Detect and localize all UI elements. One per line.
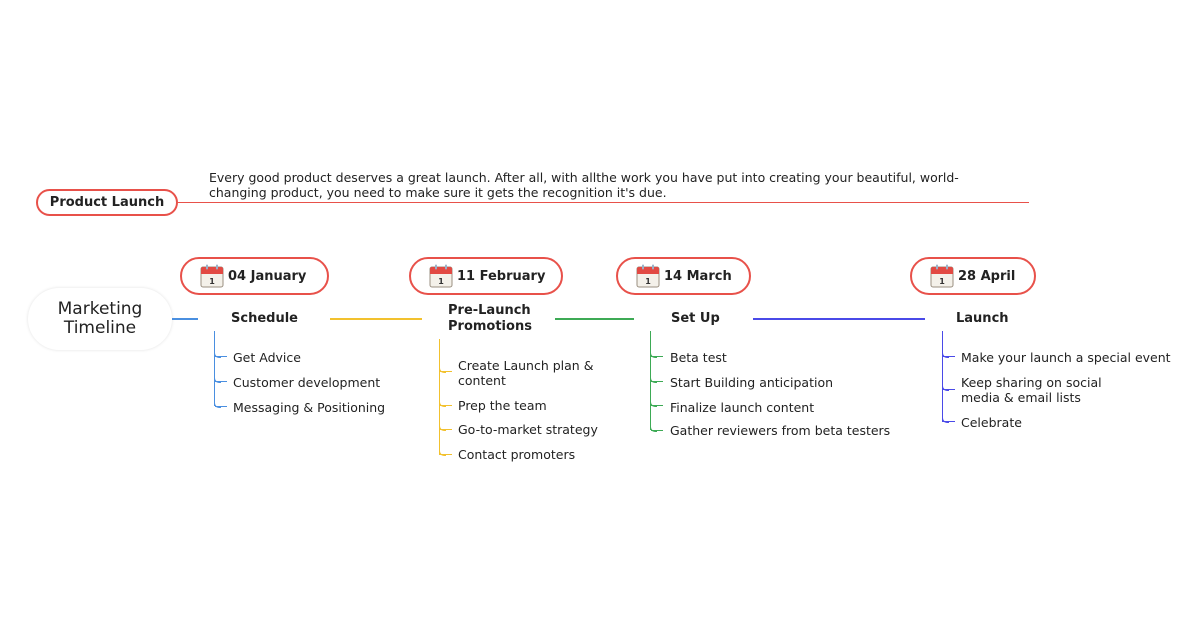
date-label: 04 January bbox=[228, 268, 307, 284]
branch-tick bbox=[214, 376, 227, 383]
branch-line-launch bbox=[942, 331, 943, 422]
connector-root-schedule bbox=[172, 318, 198, 320]
root-label-line-2: Timeline bbox=[63, 318, 137, 338]
task-item-line-1: Keep sharing on social bbox=[961, 375, 1102, 390]
connector-setup-launch bbox=[753, 318, 925, 320]
date-label: 28 April bbox=[958, 268, 1016, 284]
branch-tick bbox=[942, 351, 955, 358]
calendar-icon: 1 bbox=[930, 264, 954, 288]
description-line-2: changing product, you need to make sure … bbox=[209, 185, 667, 200]
task-item[interactable]: Create Launch plan & content bbox=[458, 358, 593, 388]
task-item-line-2: media & email lists bbox=[961, 390, 1081, 405]
date-label: 11 February bbox=[457, 268, 546, 284]
task-item[interactable]: Customer development bbox=[233, 375, 380, 390]
product-launch-label: Product Launch bbox=[49, 195, 165, 210]
connector-prelaunch-setup bbox=[555, 318, 634, 320]
svg-text:1: 1 bbox=[438, 277, 444, 286]
product-launch-node[interactable]: Product Launch bbox=[36, 189, 178, 216]
svg-text:1: 1 bbox=[645, 277, 651, 286]
branch-tick bbox=[439, 400, 452, 407]
date-pill-march[interactable]: 1 14 March bbox=[616, 257, 751, 295]
phase-schedule[interactable]: Schedule bbox=[231, 311, 298, 327]
task-item[interactable]: Messaging & Positioning bbox=[233, 400, 385, 415]
root-label-line-1: Marketing bbox=[57, 299, 143, 319]
branch-tick bbox=[439, 424, 452, 431]
phase-prelaunch-promotions[interactable]: Pre-Launch Promotions bbox=[448, 303, 532, 335]
date-pill-january[interactable]: 1 04 January bbox=[180, 257, 329, 295]
task-item[interactable]: Gather reviewers from beta testers bbox=[670, 423, 890, 438]
task-item[interactable]: Beta test bbox=[670, 350, 727, 365]
calendar-icon: 1 bbox=[200, 264, 224, 288]
task-item[interactable]: Make your launch a special event bbox=[961, 350, 1171, 365]
date-label: 14 March bbox=[664, 268, 732, 284]
phase-setup[interactable]: Set Up bbox=[671, 311, 720, 327]
task-item[interactable]: Celebrate bbox=[961, 415, 1022, 430]
branch-tick bbox=[439, 449, 452, 456]
date-pill-february[interactable]: 1 11 February bbox=[409, 257, 563, 295]
task-item[interactable]: Go-to-market strategy bbox=[458, 422, 598, 437]
branch-tick bbox=[214, 351, 227, 358]
svg-text:1: 1 bbox=[209, 277, 215, 286]
task-item[interactable]: Finalize launch content bbox=[670, 400, 814, 415]
task-item-line-2: content bbox=[458, 373, 506, 388]
branch-tick bbox=[650, 376, 663, 383]
task-item[interactable]: Keep sharing on social media & email lis… bbox=[961, 375, 1102, 405]
svg-text:1: 1 bbox=[939, 277, 945, 286]
phase-title-line-1: Pre-Launch bbox=[448, 303, 531, 318]
product-launch-connector bbox=[178, 202, 1029, 203]
branch-tick bbox=[650, 351, 663, 358]
branch-tick bbox=[942, 416, 955, 423]
description-line-1: Every good product deserves a great laun… bbox=[209, 170, 959, 185]
branch-tick bbox=[214, 401, 227, 408]
phase-launch[interactable]: Launch bbox=[956, 311, 1009, 327]
task-item[interactable]: Get Advice bbox=[233, 350, 301, 365]
calendar-icon: 1 bbox=[429, 264, 453, 288]
branch-tick bbox=[439, 366, 452, 373]
task-item[interactable]: Prep the team bbox=[458, 398, 547, 413]
branch-line-schedule bbox=[214, 331, 215, 406]
calendar-icon: 1 bbox=[636, 264, 660, 288]
task-item[interactable]: Contact promoters bbox=[458, 447, 575, 462]
date-pill-april[interactable]: 1 28 April bbox=[910, 257, 1036, 295]
root-node-marketing-timeline[interactable]: Marketing Timeline bbox=[28, 288, 172, 350]
branch-tick bbox=[650, 400, 663, 407]
task-item-line-1: Create Launch plan & bbox=[458, 358, 594, 373]
task-item[interactable]: Start Building anticipation bbox=[670, 375, 833, 390]
product-launch-description: Every good product deserves a great laun… bbox=[209, 170, 999, 200]
connector-schedule-prelaunch bbox=[330, 318, 422, 320]
branch-tick bbox=[650, 425, 663, 432]
branch-tick bbox=[942, 384, 955, 391]
branch-line-prelaunch bbox=[439, 339, 440, 455]
phase-title-line-2: Promotions bbox=[448, 319, 532, 334]
